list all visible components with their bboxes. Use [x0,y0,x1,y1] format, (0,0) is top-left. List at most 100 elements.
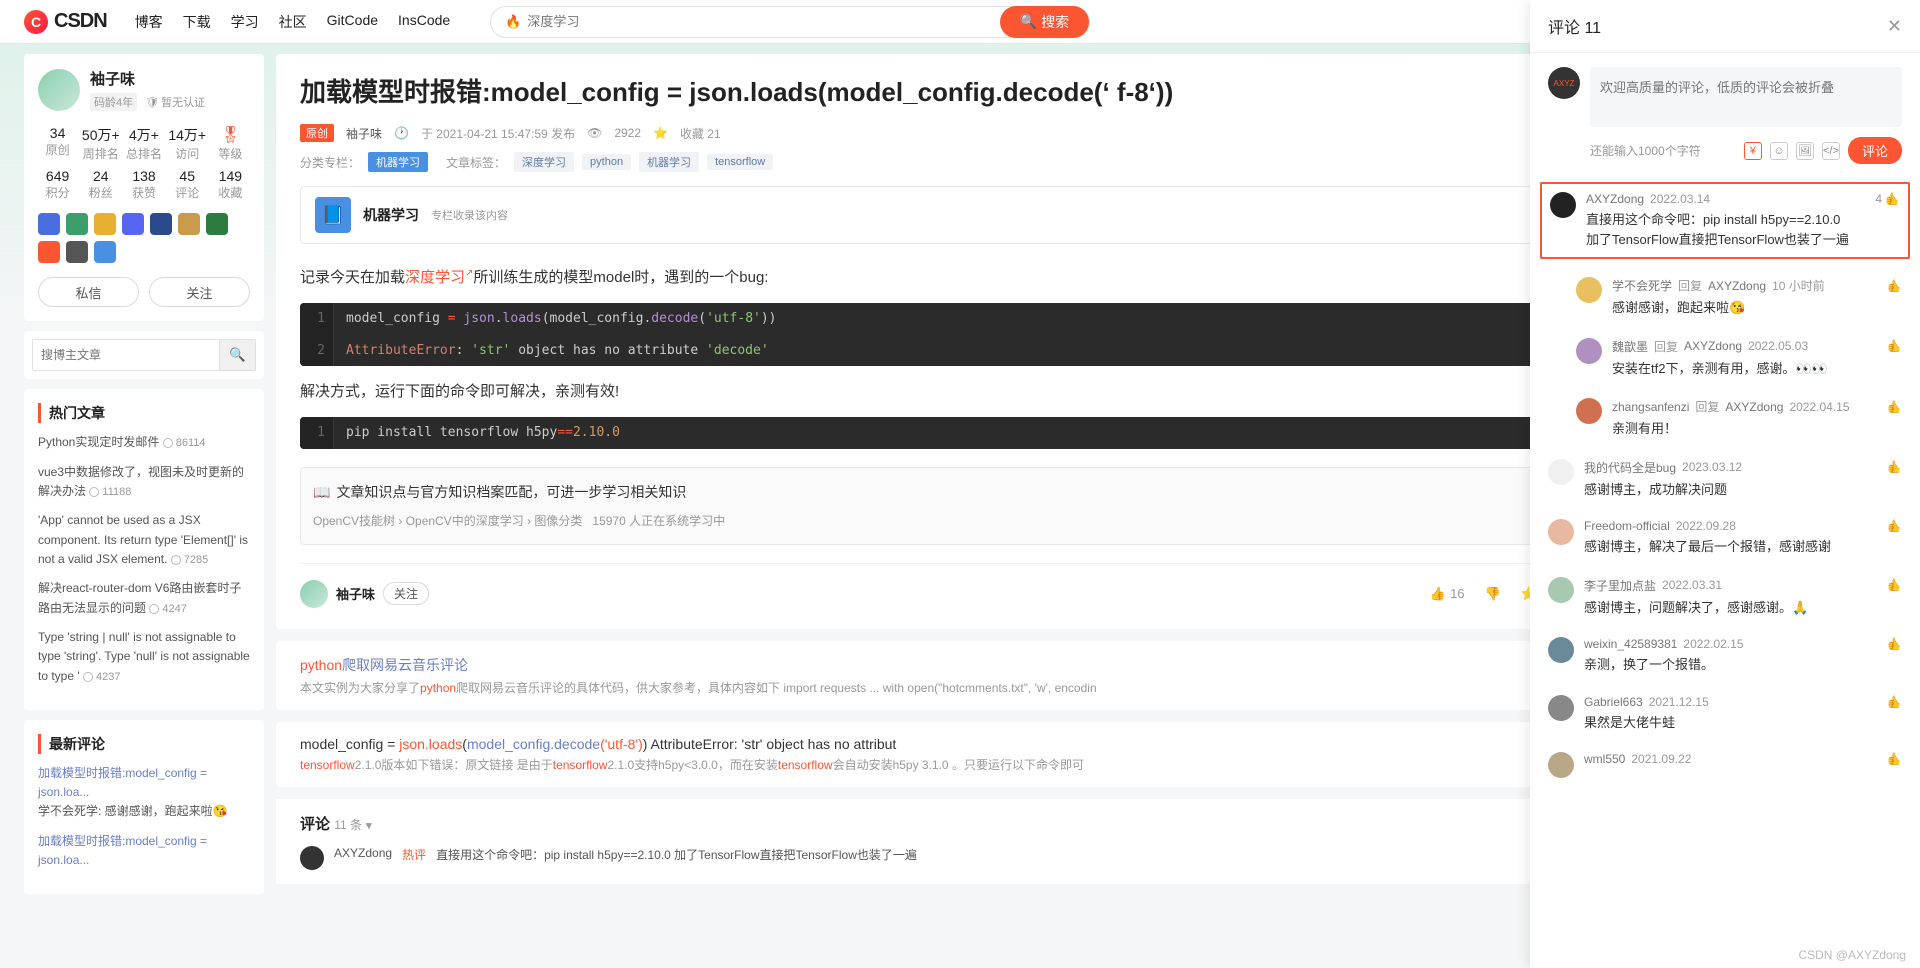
hot-article-item[interactable]: 'App' cannot be used as a JSX component.… [38,511,250,569]
avatar[interactable] [1548,577,1574,603]
badge-icon [122,213,144,235]
commenter-name[interactable]: wml550 [1584,752,1625,766]
tag-chip[interactable]: 深度学习 [514,152,574,172]
hot-article-item[interactable]: vue3中数据修改了，视图未及时更新的解决办法 11188 [38,463,250,502]
hot-article-item[interactable]: 解决react-router-dom V6路由嵌套时子路由无法显示的问题 424… [38,579,250,618]
commenter-name[interactable]: Gabriel663 [1584,695,1643,709]
avatar[interactable] [1576,338,1602,364]
like-button[interactable]: 👍 [1887,695,1902,709]
recent-comments-card: 最新评论 加载模型时报错:model_config = json.loa...学… [24,720,264,894]
thumb-up-icon: 👍 [1886,338,1902,353]
stat-cell[interactable]: 149收藏 [211,168,250,201]
like-button[interactable]: 👍 [1887,279,1902,293]
stat-cell[interactable]: 4万+总排名 [124,125,163,162]
code-icon[interactable]: </> [1822,142,1840,160]
stat-cell[interactable]: 50万+周排名 [81,125,120,162]
comment-preview: 直接用这个命令吧：pip install h5py==2.10.0 加了Tens… [436,846,917,863]
like-button[interactable]: 👍 [1887,339,1902,353]
avatar[interactable] [1576,277,1602,303]
category-tag[interactable]: 机器学习 [368,152,428,172]
stat-cell[interactable]: 138获赞 [124,168,163,201]
follow-button[interactable]: 关注 [383,582,429,605]
hot-article-item[interactable]: Type 'string | null' is not assignable t… [38,628,250,686]
comment-textarea[interactable] [1590,67,1902,127]
like-button[interactable]: 4 👍 [1875,192,1900,206]
stat-cell[interactable]: 45评论 [168,168,207,201]
comment-input-box: AXYZ 还能输入1000个字符 ¥ ☺ 🖼 </> 评论 [1530,53,1920,178]
avatar[interactable] [1548,459,1574,485]
author-link[interactable]: 袖子味 [346,125,382,142]
author-name[interactable]: 袖子味 [90,68,205,89]
like-button[interactable]: 👍 [1887,752,1902,766]
commenter-name[interactable]: Freedom-official [1584,519,1670,533]
stats-grid: 34原创50万+周排名4万+总排名14万+访问🎖等级 649积分24粉丝138获赞… [38,125,250,201]
commenter-name[interactable]: AXYZdong [1586,192,1644,206]
like-button[interactable]: 👍 [1887,578,1902,592]
chevron-down-icon[interactable]: ▾ [366,820,372,832]
comment-item: 李子里加点盐 2022.03.31 👍感谢博主，问题解决了，感谢感谢。🙏 [1548,567,1902,628]
stat-cell[interactable]: 649积分 [38,168,77,201]
recent-comment-item[interactable]: 加载模型时报错:model_config = json.loa...学不会死学:… [38,764,250,822]
badge-icon [66,241,88,263]
avatar[interactable] [300,846,324,870]
commenter-name[interactable]: 魏歆墨 [1612,338,1648,355]
search-blog-input[interactable] [33,340,219,370]
search-input[interactable] [527,14,999,29]
nav-item[interactable]: 下载 [183,12,211,32]
comment-reply: 魏歆墨 回复 AXYZdong 2022.05.03 👍安装在tf2下，亲测有用… [1548,328,1902,389]
stat-cell[interactable]: 34原创 [38,125,77,162]
nav-item[interactable]: 社区 [279,12,307,32]
stat-cell[interactable]: 🎖等级 [211,125,250,162]
nav-item[interactable]: 博客 [135,12,163,32]
comment-text: 果然是大佬牛蛙 [1584,713,1902,733]
commenter-name[interactable]: zhangsanfenzi [1612,400,1689,414]
comment-item: 我的代码全是bug 2023.03.12 👍感谢博主，成功解决问题 [1548,449,1902,510]
logo-text: CSDN [54,10,107,33]
reward-icon[interactable]: ¥ [1744,142,1762,160]
stat-cell[interactable]: 24粉丝 [81,168,120,201]
search-button[interactable]: 🔍 搜索 [1000,6,1089,38]
close-icon[interactable]: ✕ [1887,16,1902,37]
recent-comment-item[interactable]: 加载模型时报错:model_config = json.loa... [38,832,250,870]
hot-article-item[interactable]: Python实现定时发邮件 86114 [38,433,250,453]
commenter-name[interactable]: weixin_42589381 [1584,637,1677,651]
like-button[interactable]: 👍 [1887,519,1902,533]
search-blog-button[interactable]: 🔍 [219,340,255,370]
commenter-name[interactable]: AXYZdong [334,846,392,860]
avatar: AXYZ [1548,67,1580,99]
tag-chip[interactable]: tensorflow [707,154,773,170]
avatar[interactable] [1550,192,1576,218]
like-button[interactable]: 👍 [1887,460,1902,474]
commenter-name[interactable]: 李子里加点盐 [1584,577,1656,594]
commenter-name[interactable]: 我的代码全是bug [1584,459,1676,476]
column-name[interactable]: 机器学习 [363,205,419,225]
avatar[interactable] [1576,398,1602,424]
column-icon: 📘 [315,197,351,233]
tag-chip[interactable]: 机器学习 [639,152,699,172]
like-button[interactable]: 👍 [1887,400,1902,414]
nav-item[interactable]: 学习 [231,12,259,32]
logo[interactable]: CSDN [24,10,107,34]
commenter-name[interactable]: 学不会死学 [1612,277,1672,294]
avatar[interactable] [38,69,80,111]
message-button[interactable]: 私信 [38,277,139,307]
avatar[interactable] [1548,695,1574,721]
tag-chip[interactable]: python [582,154,631,170]
avatar[interactable] [1548,637,1574,663]
avatar[interactable] [1548,519,1574,545]
eye-icon [89,487,99,497]
follow-button[interactable]: 关注 [149,277,250,307]
nav-item[interactable]: InsCode [398,12,450,32]
submit-comment-button[interactable]: 评论 [1848,137,1902,164]
avatar[interactable] [300,580,328,608]
emoji-icon[interactable]: ☺ [1770,142,1788,160]
nav-item[interactable]: GitCode [327,12,378,32]
image-icon[interactable]: 🖼 [1796,142,1814,160]
author-name[interactable]: 袖子味 [336,584,375,603]
stat-cell[interactable]: 14万+访问 [168,125,207,162]
dislike-button[interactable]: 👎 [1485,586,1501,602]
panel-title: 评论 11 [1548,14,1601,38]
avatar[interactable] [1548,752,1574,778]
like-button[interactable]: 👍 [1887,637,1902,651]
like-button[interactable]: 👍16 [1430,586,1465,602]
